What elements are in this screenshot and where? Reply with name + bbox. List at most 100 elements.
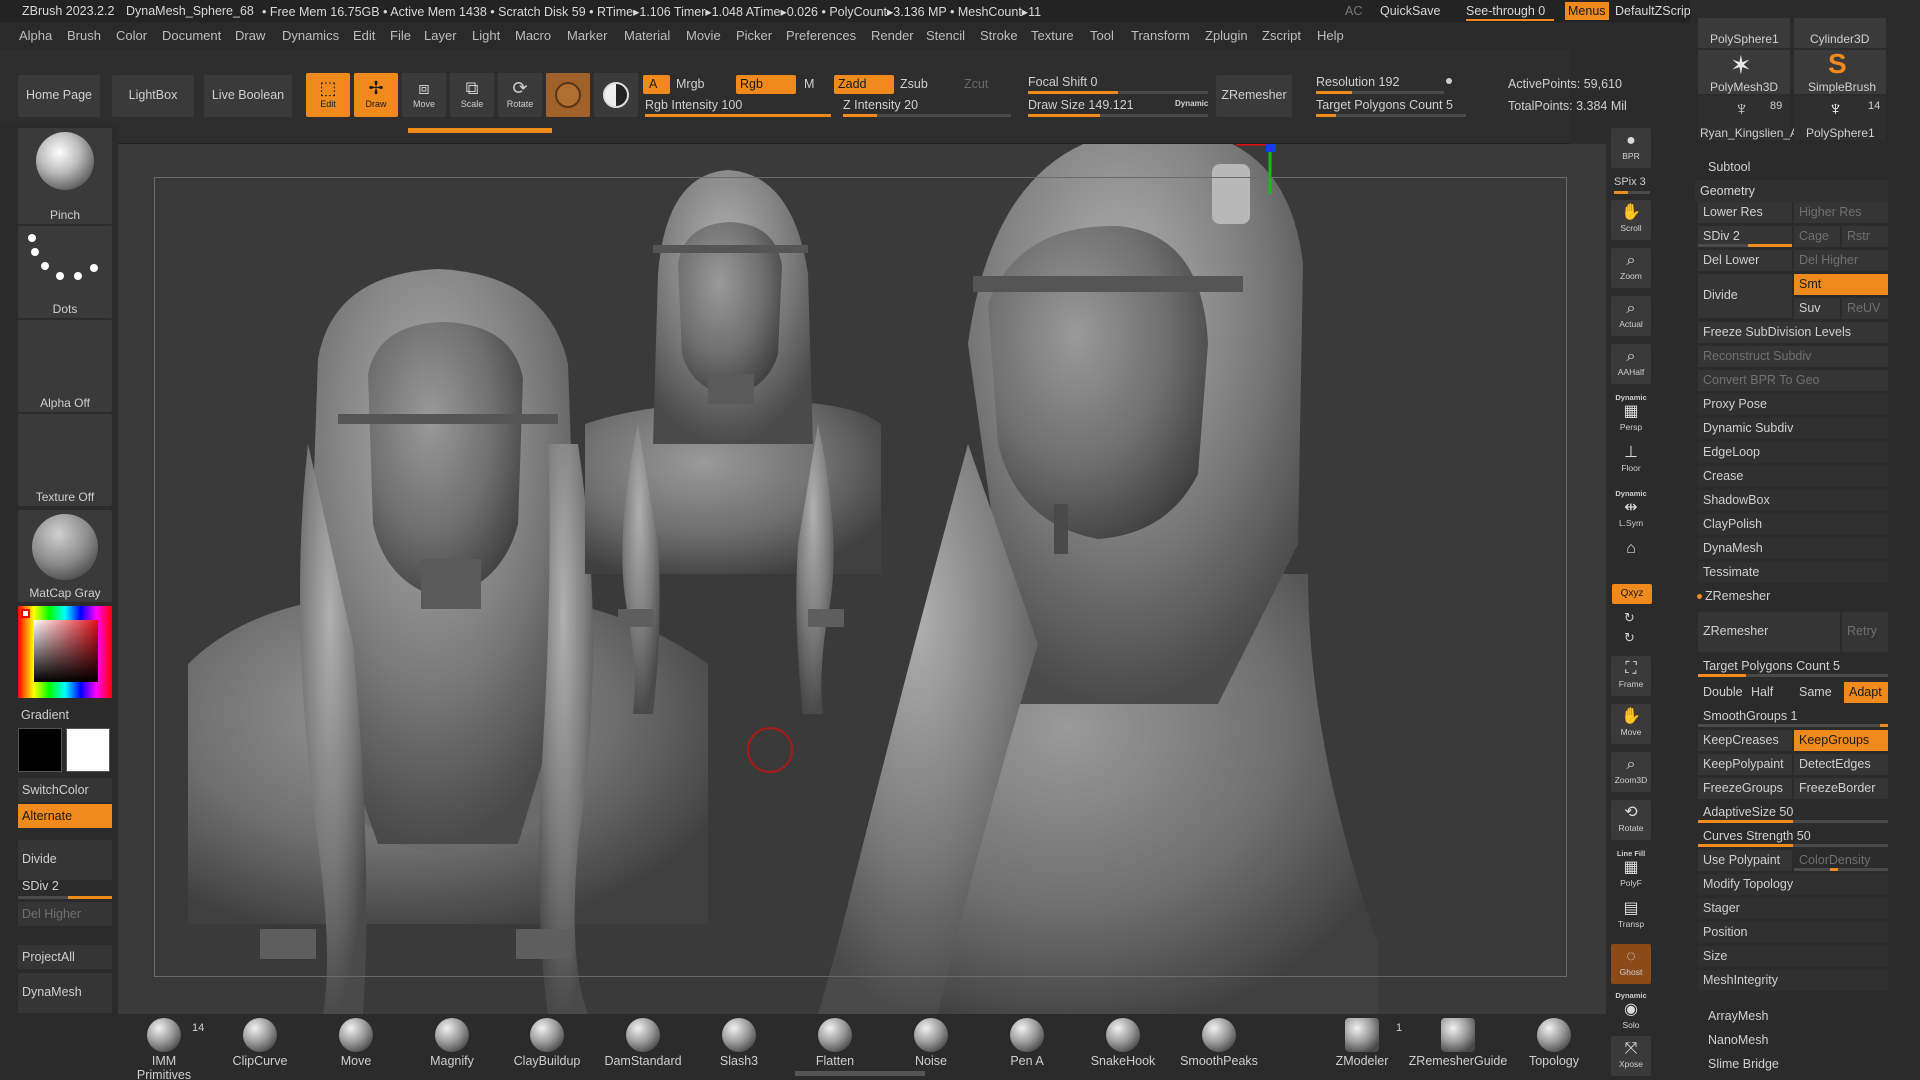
crease-section[interactable]: Crease <box>1698 466 1888 487</box>
dynamic-subdiv-section[interactable]: Dynamic Subdiv <box>1698 418 1888 439</box>
default-zscript-button[interactable]: DefaultZScript <box>1615 4 1694 18</box>
zremesher-button[interactable]: ZRemesher <box>1698 612 1840 652</box>
edit-mode-button[interactable]: ⬚ Edit <box>306 73 350 117</box>
xyz-toggle[interactable]: Qxyz <box>1612 584 1652 604</box>
reuv-button[interactable]: ReUV <box>1842 298 1888 319</box>
alpha-thumbnail[interactable]: Alpha Off <box>18 320 112 412</box>
mrgb-sphere-button[interactable] <box>594 73 638 117</box>
menu-transform[interactable]: Transform <box>1131 28 1190 43</box>
menu-movie[interactable]: Movie <box>686 28 721 43</box>
claypolish-section[interactable]: ClayPolish <box>1698 514 1888 535</box>
menus-toggle[interactable]: Menus <box>1565 2 1609 20</box>
menu-light[interactable]: Light <box>472 28 500 43</box>
sdiv-slider[interactable]: SDiv 2 <box>1698 226 1792 247</box>
slime-bridge-section[interactable]: Slime Bridge <box>1708 1057 1779 1071</box>
tool-simplebrush-thumb[interactable]: S SimpleBrush <box>1794 48 1886 94</box>
clipcurve-brush[interactable]: ClipCurve <box>220 1018 300 1068</box>
scale-mode-button[interactable]: ⧉ Scale <box>450 73 494 117</box>
dynamesh-section[interactable]: DynaMesh <box>1698 538 1888 559</box>
rgb-button[interactable]: Rgb <box>736 75 796 94</box>
main-color-swatch[interactable] <box>18 728 62 772</box>
aahalf-button[interactable]: ⌕ AAHalf <box>1611 344 1651 384</box>
tool-polysphere-thumb[interactable]: PolySphere1 <box>1698 18 1790 48</box>
smt-toggle[interactable]: Smt <box>1794 274 1888 295</box>
stager-section[interactable]: Stager <box>1698 898 1888 919</box>
rstr-button[interactable]: Rstr <box>1842 226 1888 247</box>
resolution-slider[interactable] <box>1316 91 1444 94</box>
dynamesh-left-button[interactable]: DynaMesh <box>18 973 112 1013</box>
pen-a-brush[interactable]: Pen A <box>987 1018 1067 1068</box>
menu-zscript[interactable]: Zscript <box>1262 28 1301 43</box>
colordensity-slider[interactable]: ColorDensity <box>1794 850 1888 871</box>
slash3-brush[interactable]: Slash3 <box>699 1018 779 1068</box>
brush-thumbnail[interactable]: Pinch <box>18 128 112 224</box>
lsym-button[interactable]: Dynamic ⇹ L.Sym <box>1611 488 1651 528</box>
polyf-button[interactable]: Line Fill ▦ PolyF <box>1611 848 1651 888</box>
zoom3d-button[interactable]: ⌕ Zoom3D <box>1611 752 1651 792</box>
zcut-button[interactable]: Zcut <box>964 77 988 91</box>
proxy-pose-section[interactable]: Proxy Pose <box>1698 394 1888 415</box>
menu-layer[interactable]: Layer <box>424 28 457 43</box>
projectall-button[interactable]: ProjectAll <box>18 945 112 969</box>
keeppolypaint-toggle[interactable]: KeepPolypaint <box>1698 754 1792 775</box>
del-higher-left-button[interactable]: Del Higher <box>18 902 112 926</box>
position-section[interactable]: Position <box>1698 922 1888 943</box>
menu-tool[interactable]: Tool <box>1090 28 1114 43</box>
shadowbox-section[interactable]: ShadowBox <box>1698 490 1888 511</box>
move-mode-button[interactable]: ⧈ Move <box>402 73 446 117</box>
menu-edit[interactable]: Edit <box>353 28 375 43</box>
draw-mode-button[interactable]: ✢ Draw <box>354 73 398 117</box>
reconstruct-subdiv-button[interactable]: Reconstruct Subdiv <box>1698 346 1888 367</box>
ghost-button[interactable]: ◌ Ghost <box>1611 944 1651 984</box>
claybuildup-brush[interactable]: ClayBuildup <box>507 1018 587 1068</box>
edgeloop-section[interactable]: EdgeLoop <box>1698 442 1888 463</box>
same-button[interactable]: Same <box>1794 682 1842 703</box>
tool-cylinder-thumb[interactable]: Cylinder3D <box>1794 18 1886 48</box>
topology-brush[interactable]: Topology <box>1514 1018 1594 1068</box>
xpose-button[interactable]: ⤧ Xpose <box>1611 1036 1651 1076</box>
tool-ryan-thumb[interactable]: 89 ♆ Ryan_Kingslien_A <box>1698 96 1798 140</box>
modify-topology-section[interactable]: Modify Topology <box>1698 874 1888 895</box>
freezeborder-toggle[interactable]: FreezeBorder <box>1794 778 1888 799</box>
menu-dynamics[interactable]: Dynamics <box>282 28 339 43</box>
live-boolean-button[interactable]: Live Boolean <box>204 75 292 117</box>
rgb-intensity-slider[interactable] <box>645 114 831 117</box>
rotate-mode-button[interactable]: ⟳ Rotate <box>498 73 542 117</box>
move-brush[interactable]: Move <box>316 1018 396 1068</box>
menu-zplugin[interactable]: Zplugin <box>1205 28 1248 43</box>
menu-material[interactable]: Material <box>624 28 670 43</box>
menu-picker[interactable]: Picker <box>736 28 772 43</box>
menu-stencil[interactable]: Stencil <box>926 28 965 43</box>
material-swatch-button[interactable] <box>546 73 590 117</box>
adapt-toggle[interactable]: Adapt <box>1844 682 1888 703</box>
freezegroups-toggle[interactable]: FreezeGroups <box>1698 778 1792 799</box>
damstandard-brush[interactable]: DamStandard <box>603 1018 683 1068</box>
del-higher-button[interactable]: Del Higher <box>1794 250 1888 271</box>
menu-draw[interactable]: Draw <box>235 28 265 43</box>
noise-brush[interactable]: Noise <box>891 1018 971 1068</box>
tool-polysphere-active-thumb[interactable]: 14 ♆ PolySphere1 <box>1794 96 1886 140</box>
zoom-button[interactable]: ⌕ Zoom <box>1611 248 1651 288</box>
tool-polymesh-thumb[interactable]: ✶ PolyMesh3D <box>1698 50 1790 94</box>
nanomesh-section[interactable]: NanoMesh <box>1708 1033 1768 1047</box>
lower-res-button[interactable]: Lower Res <box>1698 202 1792 223</box>
del-lower-button[interactable]: Del Lower <box>1698 250 1792 271</box>
meshintegrity-section[interactable]: MeshIntegrity <box>1698 970 1888 991</box>
menu-texture[interactable]: Texture <box>1031 28 1074 43</box>
menu-preferences[interactable]: Preferences <box>786 28 856 43</box>
alternate-button[interactable]: Alternate <box>18 804 112 828</box>
actual-button[interactable]: ⌕ Actual <box>1611 296 1651 336</box>
spix-slider[interactable]: SPix 3 <box>1614 176 1654 194</box>
scroll-button[interactable]: ✋ Scroll <box>1611 200 1651 240</box>
smoothgroups-slider[interactable]: SmoothGroups 1 <box>1698 706 1888 727</box>
use-polypaint-toggle[interactable]: Use Polypaint <box>1698 850 1792 871</box>
zremesherguide-brush[interactable]: ZRemesherGuide <box>1408 1018 1508 1068</box>
menu-marker[interactable]: Marker <box>567 28 607 43</box>
snakehook-brush[interactable]: SnakeHook <box>1083 1018 1163 1068</box>
z-intensity-slider[interactable] <box>843 114 1011 117</box>
floor-button[interactable]: ⊥ Floor <box>1611 440 1651 480</box>
see-through-slider[interactable]: See-through 0 <box>1466 4 1554 21</box>
transp-button[interactable]: ▤ Transp <box>1611 896 1651 936</box>
freeze-subdivision-button[interactable]: Freeze SubDivision Levels <box>1698 322 1888 343</box>
menu-color[interactable]: Color <box>116 28 147 43</box>
